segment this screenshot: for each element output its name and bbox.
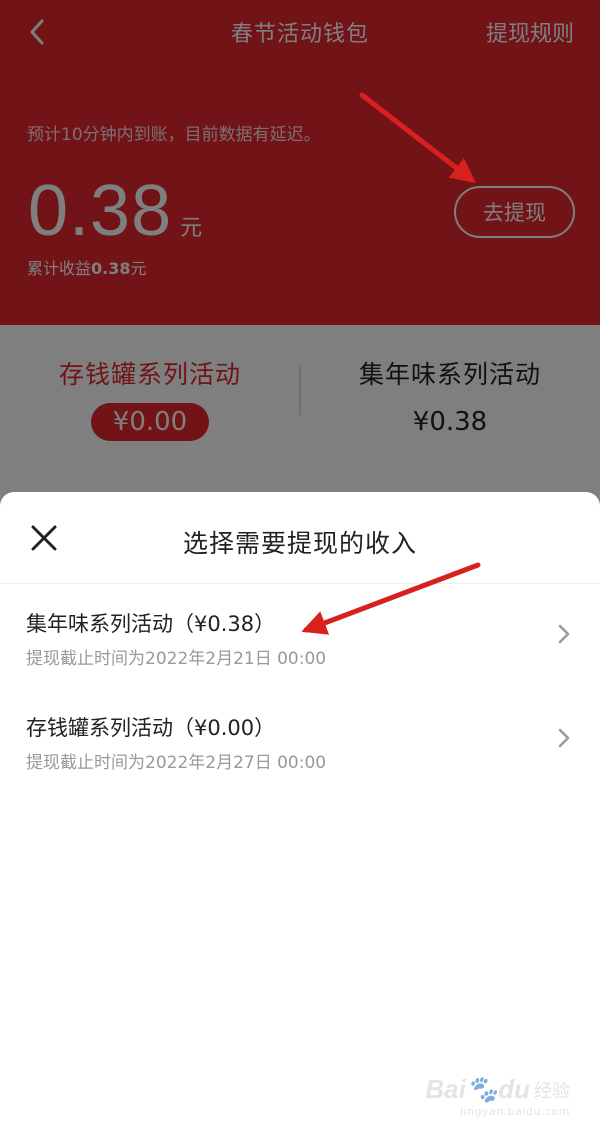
watermark-text: 经验 xyxy=(534,1080,570,1102)
chevron-right-icon xyxy=(554,724,574,752)
income-item-new-year-flavor[interactable]: 集年味系列活动（¥0.38） 提现截止时间为2022年2月21日 00:00 xyxy=(0,584,600,688)
item-title: 集年味系列活动（¥0.38） xyxy=(26,612,276,636)
paw-icon: 🐾 xyxy=(465,1074,499,1104)
income-item-piggy-bank[interactable]: 存钱罐系列活动（¥0.00） 提现截止时间为2022年2月27日 00:00 xyxy=(0,688,600,792)
modal-backdrop[interactable] xyxy=(0,0,600,505)
item-deadline: 提现截止时间为2022年2月21日 00:00 xyxy=(26,649,327,669)
item-deadline: 提现截止时间为2022年2月27日 00:00 xyxy=(26,753,327,773)
chevron-right-icon xyxy=(554,620,574,648)
watermark-domain: jingyan.baidu.com xyxy=(459,1105,570,1118)
sheet-header: 选择需要提现的收入 xyxy=(0,492,600,584)
watermark-brand: Bai🐾du xyxy=(425,1074,530,1104)
income-list: 集年味系列活动（¥0.38） 提现截止时间为2022年2月21日 00:00 存… xyxy=(0,584,600,792)
baidu-jingyan-watermark: Bai🐾du 经验 jingyan.baidu.com xyxy=(425,1074,570,1118)
item-title: 存钱罐系列活动（¥0.00） xyxy=(26,716,276,740)
sheet-title: 选择需要提现的收入 xyxy=(182,529,417,558)
income-select-sheet: 选择需要提现的收入 集年味系列活动（¥0.38） 提现截止时间为2022年2月2… xyxy=(0,492,600,1130)
